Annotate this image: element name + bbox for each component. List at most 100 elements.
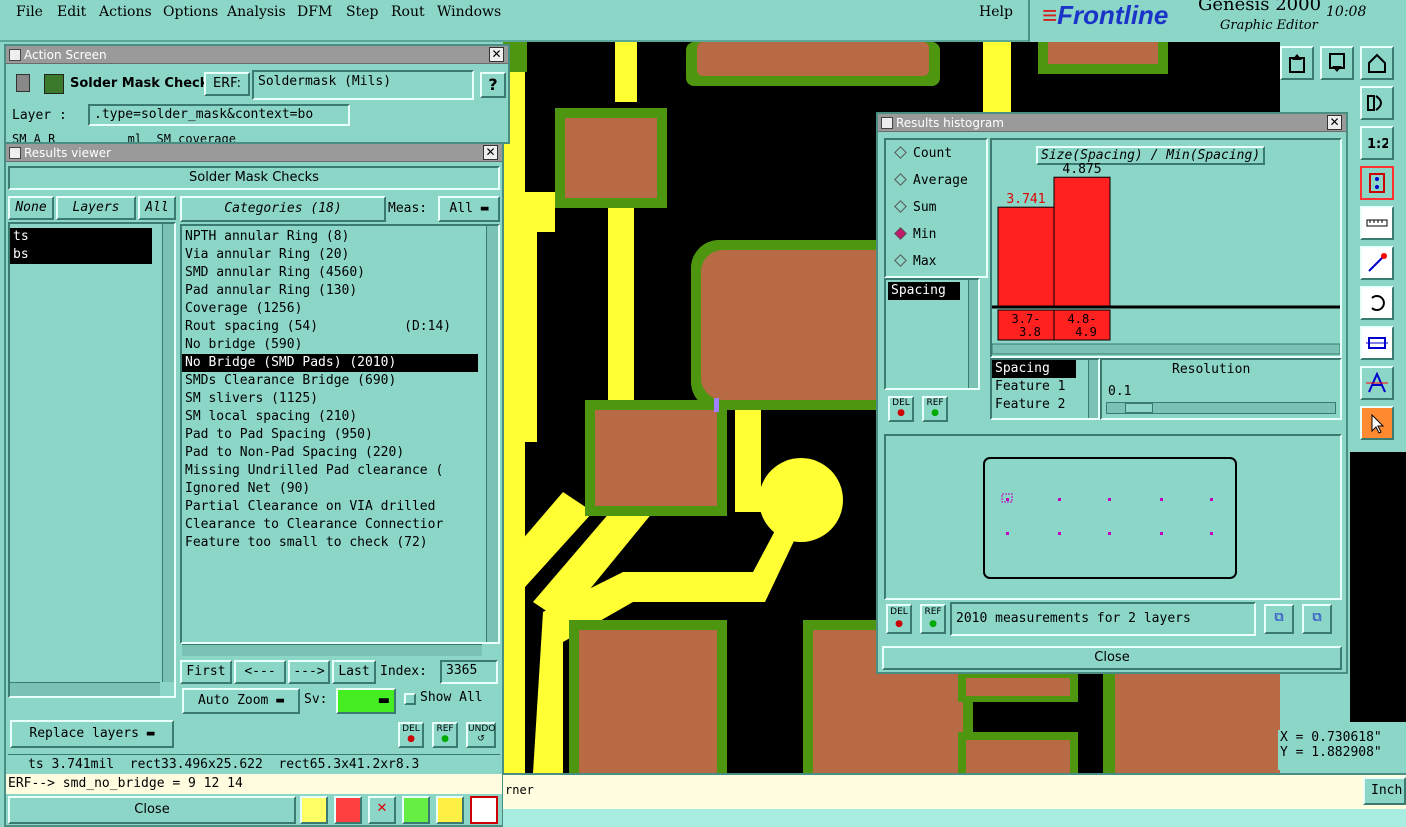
category-item[interactable]: Ignored Net (90) — [182, 480, 478, 498]
menu-windows[interactable]: Windows — [437, 4, 501, 20]
layer-item[interactable]: bs — [10, 246, 152, 264]
units-button[interactable]: Inch — [1363, 777, 1406, 805]
none-button[interactable]: None — [8, 196, 54, 220]
layers-list[interactable]: ts bs — [8, 222, 176, 698]
erf-button[interactable]: ERF: — [204, 72, 250, 96]
radio-sum[interactable]: Sum — [894, 200, 936, 215]
resolution-slider[interactable] — [1106, 402, 1336, 414]
help-button[interactable]: ? — [480, 72, 506, 98]
zoom-ratio-icon[interactable]: 1:2 — [1360, 126, 1394, 160]
categories-list[interactable]: NPTH annular Ring (8) Via annular Ring (2… — [180, 224, 500, 644]
category-item[interactable]: No Bridge (SMD Pads) (2010) — [182, 354, 478, 372]
hist-del-button[interactable]: DEL ● — [888, 396, 914, 422]
radio-average[interactable]: Average — [894, 173, 968, 188]
category-item[interactable]: Via annular Ring (20) — [182, 246, 478, 264]
slider-thumb[interactable] — [1125, 403, 1154, 413]
menu-dfm[interactable]: DFM — [297, 4, 332, 20]
viewer-close-button[interactable]: Close — [8, 796, 296, 824]
preview-ref-button[interactable]: REF ● — [920, 604, 946, 634]
rv-select-icon[interactable] — [334, 796, 362, 824]
window-menu-icon[interactable] — [9, 49, 21, 61]
snap-icon[interactable] — [1360, 166, 1394, 200]
rv-ruler-icon[interactable] — [300, 796, 328, 824]
histogram-list[interactable]: Spacing — [884, 278, 980, 390]
histogram-list-scrollbar[interactable] — [968, 280, 978, 388]
menu-rout[interactable]: Rout — [391, 4, 425, 20]
category-item[interactable]: Coverage (1256) — [182, 300, 478, 318]
menu-edit[interactable]: Edit — [57, 4, 86, 20]
ruler-icon[interactable] — [1360, 206, 1394, 240]
home-icon[interactable] — [1360, 46, 1394, 80]
text-tool-icon[interactable] — [1360, 366, 1394, 400]
replace-layers-button[interactable]: Replace layers ▬ — [10, 720, 174, 748]
category-item[interactable]: Partial Clearance on VIA drilled — [182, 498, 478, 516]
histogram-close-button[interactable]: Close — [882, 646, 1342, 670]
categories-scrollbar[interactable] — [486, 226, 498, 642]
category-item[interactable]: No bridge (590) — [182, 336, 478, 354]
pointer-icon[interactable] — [1360, 406, 1394, 440]
category-item[interactable]: Clearance to Clearance Connectior — [182, 516, 478, 534]
window-menu-icon[interactable] — [881, 117, 893, 129]
distance-icon[interactable] — [1360, 326, 1394, 360]
layers-hscrollbar[interactable] — [10, 682, 160, 696]
menu-actions[interactable]: Actions — [99, 4, 152, 20]
rv-number-icon[interactable] — [402, 796, 430, 824]
category-item[interactable]: SM slivers (1125) — [182, 390, 478, 408]
download-icon[interactable] — [1320, 46, 1354, 80]
sort-list[interactable]: Spacing Feature 1 Feature 2 — [990, 358, 1100, 420]
hist-ref-button[interactable]: REF ● — [922, 396, 948, 422]
menu-analysis[interactable]: Analysis — [227, 4, 286, 20]
window-menu-icon[interactable] — [9, 147, 21, 159]
index-field[interactable]: 3365 — [440, 660, 498, 684]
category-item[interactable]: Rout spacing (54) (D:14) — [182, 318, 478, 336]
categories-hscrollbar[interactable] — [182, 644, 482, 656]
show-all-checkbox[interactable] — [404, 693, 416, 705]
rv-histogram-icon[interactable] — [470, 796, 498, 824]
chart-hscrollbar[interactable] — [992, 343, 1340, 355]
layers-scrollbar[interactable] — [162, 224, 174, 682]
measure-icon[interactable] — [1360, 246, 1394, 280]
sort-item[interactable]: Feature 1 — [992, 378, 1098, 396]
del-button[interactable]: DEL ● — [398, 722, 424, 748]
categories-button[interactable]: Categories (18) — [180, 196, 386, 222]
category-item[interactable]: Pad to Pad Spacing (950) — [182, 426, 478, 444]
upload-icon[interactable] — [1280, 46, 1314, 80]
histogram-chart[interactable]: 3.741 3.7-3.8 4.875 4.8-4.9 — [992, 140, 1340, 356]
sv-dropdown[interactable]: ▬ — [336, 688, 396, 714]
zoom-all-icon[interactable]: ⧉ — [1302, 604, 1332, 634]
category-item[interactable]: SMD annular Ring (4560) — [182, 264, 478, 282]
first-button[interactable]: First — [180, 660, 232, 684]
sort-item[interactable]: Spacing — [992, 360, 1076, 378]
auto-zoom-dropdown[interactable]: Auto Zoom ▬ — [182, 688, 300, 714]
all-button[interactable]: All — [138, 196, 176, 220]
layer-item[interactable]: ts — [10, 228, 152, 246]
menu-file[interactable]: File — [16, 4, 43, 20]
radio-min[interactable]: Min — [894, 227, 936, 242]
next-button[interactable]: ---> — [288, 660, 330, 684]
zoom-to-result-icon[interactable]: ⧉ — [1264, 604, 1294, 634]
rotate-icon[interactable] — [1360, 286, 1394, 320]
radio-max[interactable]: Max — [894, 254, 936, 269]
meas-dropdown[interactable]: All ▬ — [438, 196, 500, 222]
undo-button[interactable]: UNDO ↺ — [466, 722, 496, 748]
category-item[interactable]: SMDs Clearance Bridge (690) — [182, 372, 478, 390]
close-icon[interactable]: ✕ — [1327, 115, 1342, 130]
menu-help[interactable]: Help — [979, 4, 1013, 20]
rv-report-icon[interactable] — [436, 796, 464, 824]
menu-step[interactable]: Step — [346, 4, 378, 20]
preview-del-button[interactable]: DEL ● — [886, 604, 912, 634]
category-item[interactable]: Feature too small to check (72) — [182, 534, 478, 552]
menu-options[interactable]: Options — [163, 4, 218, 20]
erf-field[interactable]: Soldermask (Mils) — [252, 70, 474, 100]
close-icon[interactable]: ✕ — [483, 145, 498, 160]
layer-field[interactable]: .type=solder_mask&context=bo — [88, 104, 350, 126]
category-item[interactable]: Pad annular Ring (130) — [182, 282, 478, 300]
radio-count[interactable]: Count — [894, 146, 952, 161]
sort-item[interactable]: Feature 2 — [992, 396, 1098, 414]
category-item[interactable]: Missing Undrilled Pad clearance ( — [182, 462, 478, 480]
last-button[interactable]: Last — [332, 660, 376, 684]
close-icon[interactable]: ✕ — [489, 47, 504, 62]
list-item[interactable]: Spacing — [888, 282, 960, 300]
prev-button[interactable]: <--- — [234, 660, 286, 684]
layers-button[interactable]: Layers — [56, 196, 136, 220]
